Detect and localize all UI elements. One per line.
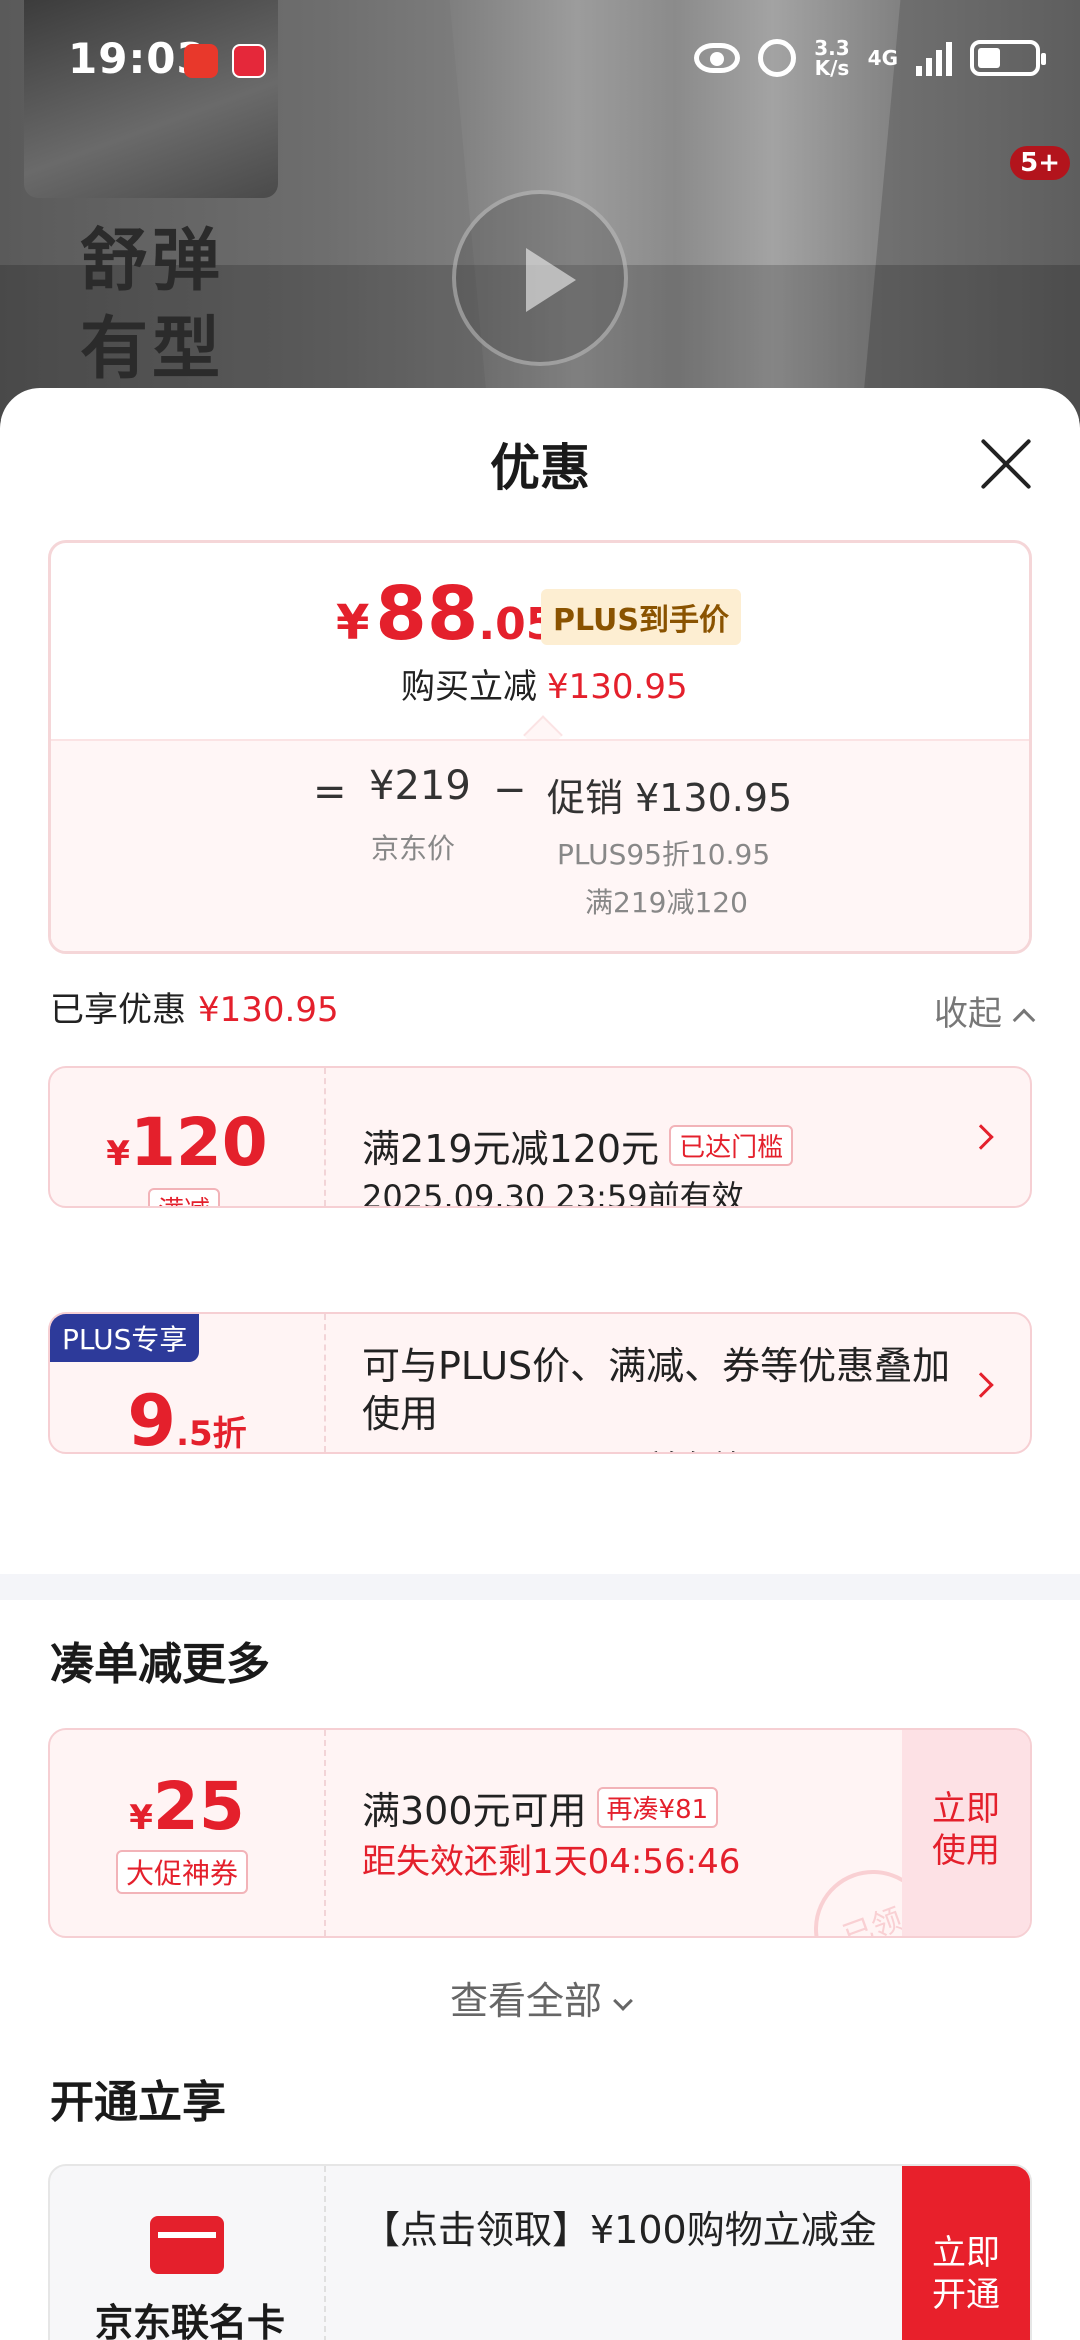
promo-detail-plus: PLUS95折10.95 bbox=[557, 838, 771, 871]
status-bar: 19:03 3.3 K/s 4G bbox=[0, 0, 1080, 120]
coupon-countdown: 距失效还剩1天04:56:46 bbox=[362, 1842, 741, 1882]
overlay-text-line2: 有型 bbox=[80, 310, 225, 389]
view-all-label: 查看全部 bbox=[449, 1979, 602, 2023]
coupon-divider bbox=[324, 1068, 326, 1206]
status-indicators: 3.3 K/s 4G bbox=[694, 38, 1046, 78]
promo-detail-fullreduce: 满219减120 bbox=[585, 886, 748, 919]
use-now-button[interactable]: 立即 使用 bbox=[902, 1730, 1030, 1936]
enjoyed-label: 已享优惠 bbox=[50, 990, 186, 1030]
coupon-amount-area: ¥25 大促神券 bbox=[50, 1730, 324, 1936]
coupon-title-text: 满300元可用 bbox=[362, 1789, 587, 1833]
minus-sign: − bbox=[493, 767, 527, 813]
coupon-promo-25[interactable]: ¥25 大促神券 满300元可用 再凑¥81 距失效还剩1天04:56:46 已领… bbox=[48, 1728, 1032, 1938]
coupon-currency: ¥ bbox=[106, 1134, 130, 1174]
battery-icon bbox=[970, 40, 1046, 76]
coupon-value: 120 bbox=[129, 1104, 268, 1181]
plus-exclusive-badge: PLUS专享 bbox=[50, 1314, 200, 1362]
notification-badge: 5+ bbox=[1010, 146, 1070, 180]
price-breakdown: = ¥219 京东价 − 促销 ¥130.95 PLUS95折10.95 满21… bbox=[51, 739, 1029, 951]
section-title-more: 凑单减更多 bbox=[50, 1639, 270, 1690]
collapse-label: 收起 bbox=[934, 994, 1002, 1034]
overlay-text-line1: 舒弹 bbox=[80, 222, 225, 301]
threshold-reached-badge: 已达门槛 bbox=[669, 1125, 794, 1166]
coupon-value: 25 bbox=[152, 1768, 245, 1845]
coupon-currency: ¥ bbox=[129, 1798, 153, 1838]
coupon-title: 满219元减120元 已达门槛 bbox=[362, 1118, 794, 1173]
section-separator bbox=[0, 1574, 1080, 1600]
net-speed-unit: K/s bbox=[814, 56, 850, 80]
open-now-button[interactable]: 立即 开通 bbox=[902, 2166, 1030, 2340]
coupon-type-tag: 大促神券 bbox=[116, 1850, 249, 1894]
jd-price: ¥219 bbox=[369, 763, 471, 809]
play-video-icon[interactable] bbox=[452, 190, 628, 366]
coupon-plus-discount[interactable]: PLUS专享 9.5折 可与PLUS价、满减、券等优惠叠加使用 2025.12.… bbox=[48, 1312, 1032, 1454]
offer-divider bbox=[324, 2166, 326, 2340]
discount-label: 购买立减 bbox=[401, 667, 537, 707]
price-integer: 88 bbox=[375, 571, 479, 657]
jd-price-label: 京东价 bbox=[371, 832, 456, 865]
co-branded-card-offer[interactable]: 京东联名卡 【点击领取】¥100购物立减金 立即 开通 bbox=[48, 2164, 1032, 2340]
enjoyed-discount: 已享优惠 ¥130.95 bbox=[50, 982, 339, 1031]
coupon-validity: 2025.09.30 23:59前有效 bbox=[362, 1178, 744, 1208]
discount-rate-fraction: .5折 bbox=[176, 1414, 247, 1454]
close-icon[interactable] bbox=[978, 436, 1034, 492]
coupon-amount-area: ¥120 满减 bbox=[50, 1068, 324, 1206]
notification-app-icon bbox=[232, 44, 266, 78]
coupon-validity: 2025.12.26 00:00前有效 bbox=[362, 1442, 744, 1452]
view-all-button[interactable]: 查看全部 bbox=[0, 1970, 1080, 2025]
alarm-icon bbox=[758, 39, 797, 77]
chevron-right-icon bbox=[968, 1124, 994, 1150]
net-speed: 3.3 K/s bbox=[814, 38, 849, 78]
chevron-down-icon bbox=[613, 1991, 633, 2011]
open-now-line1: 立即 bbox=[932, 2233, 1000, 2273]
chevron-up-icon bbox=[1012, 1008, 1036, 1032]
coupon-divider bbox=[324, 1730, 326, 1936]
price-summary-card: ¥ 88 .05 PLUS到手价 购买立减 ¥130.95 = ¥219 京东价 … bbox=[48, 540, 1032, 954]
coupon-amount: ¥25 bbox=[50, 1768, 324, 1845]
net-speed-value: 3.3 bbox=[814, 36, 850, 60]
add-more-badge: 再凑¥81 bbox=[596, 1787, 719, 1828]
price-currency: ¥ bbox=[336, 595, 370, 651]
signal-icon bbox=[916, 40, 952, 76]
equals-sign: = bbox=[313, 769, 347, 815]
shopping-app-icon bbox=[184, 44, 218, 78]
sheet-title: 优惠 bbox=[490, 439, 590, 497]
coupon-divider bbox=[324, 1314, 326, 1452]
price-summary-top: ¥ 88 .05 PLUS到手价 购买立减 ¥130.95 bbox=[51, 543, 1029, 739]
collapse-button[interactable]: 收起 bbox=[934, 986, 1036, 1035]
section-title-open: 开通立享 bbox=[50, 2077, 226, 2128]
plus-discount-rate: 9.5折 bbox=[50, 1380, 324, 1454]
chevron-right-icon bbox=[968, 1372, 994, 1398]
product-overlay-text: 舒弹 有型 bbox=[80, 218, 224, 394]
eye-comfort-icon bbox=[694, 43, 741, 73]
use-now-line1: 立即 bbox=[932, 1789, 1000, 1829]
final-price: ¥ 88 .05 bbox=[336, 571, 556, 657]
promo-total: 促销 ¥130.95 bbox=[547, 776, 793, 820]
coupon-title: 满300元可用 再凑¥81 bbox=[362, 1780, 719, 1835]
coupon-title-text: 满219元减120元 bbox=[362, 1127, 660, 1171]
card-name: 京东联名卡 bbox=[94, 2301, 285, 2340]
card-offer-title: 【点击领取】¥100购物立减金 bbox=[362, 2208, 877, 2252]
discount-value: ¥130.95 bbox=[547, 667, 688, 707]
coupon-amount: ¥120 bbox=[50, 1104, 324, 1181]
open-now-line2: 开通 bbox=[932, 2275, 1000, 2315]
discount-line: 购买立减 ¥130.95 bbox=[401, 659, 688, 708]
network-type: 4G bbox=[867, 46, 898, 70]
discount-rate-integer: 9 bbox=[127, 1380, 177, 1454]
enjoyed-value: ¥130.95 bbox=[198, 990, 339, 1030]
coupon-full-reduction[interactable]: ¥120 满减 满219元减120元已达门槛 2025.09.30 23:59前… bbox=[48, 1066, 1032, 1208]
discount-sheet: 优惠 ¥ 88 .05 PLUS到手价 购买立减 ¥130.95 = ¥219 京… bbox=[0, 388, 1080, 2340]
use-now-line2: 使用 bbox=[932, 1831, 1000, 1871]
coupon-type-tag: 满减 bbox=[148, 1188, 221, 1206]
credit-card-icon bbox=[150, 2216, 224, 2274]
plus-price-label: PLUS到手价 bbox=[541, 589, 742, 645]
coupon-title: 可与PLUS价、满减、券等优惠叠加使用 bbox=[362, 1344, 951, 1436]
